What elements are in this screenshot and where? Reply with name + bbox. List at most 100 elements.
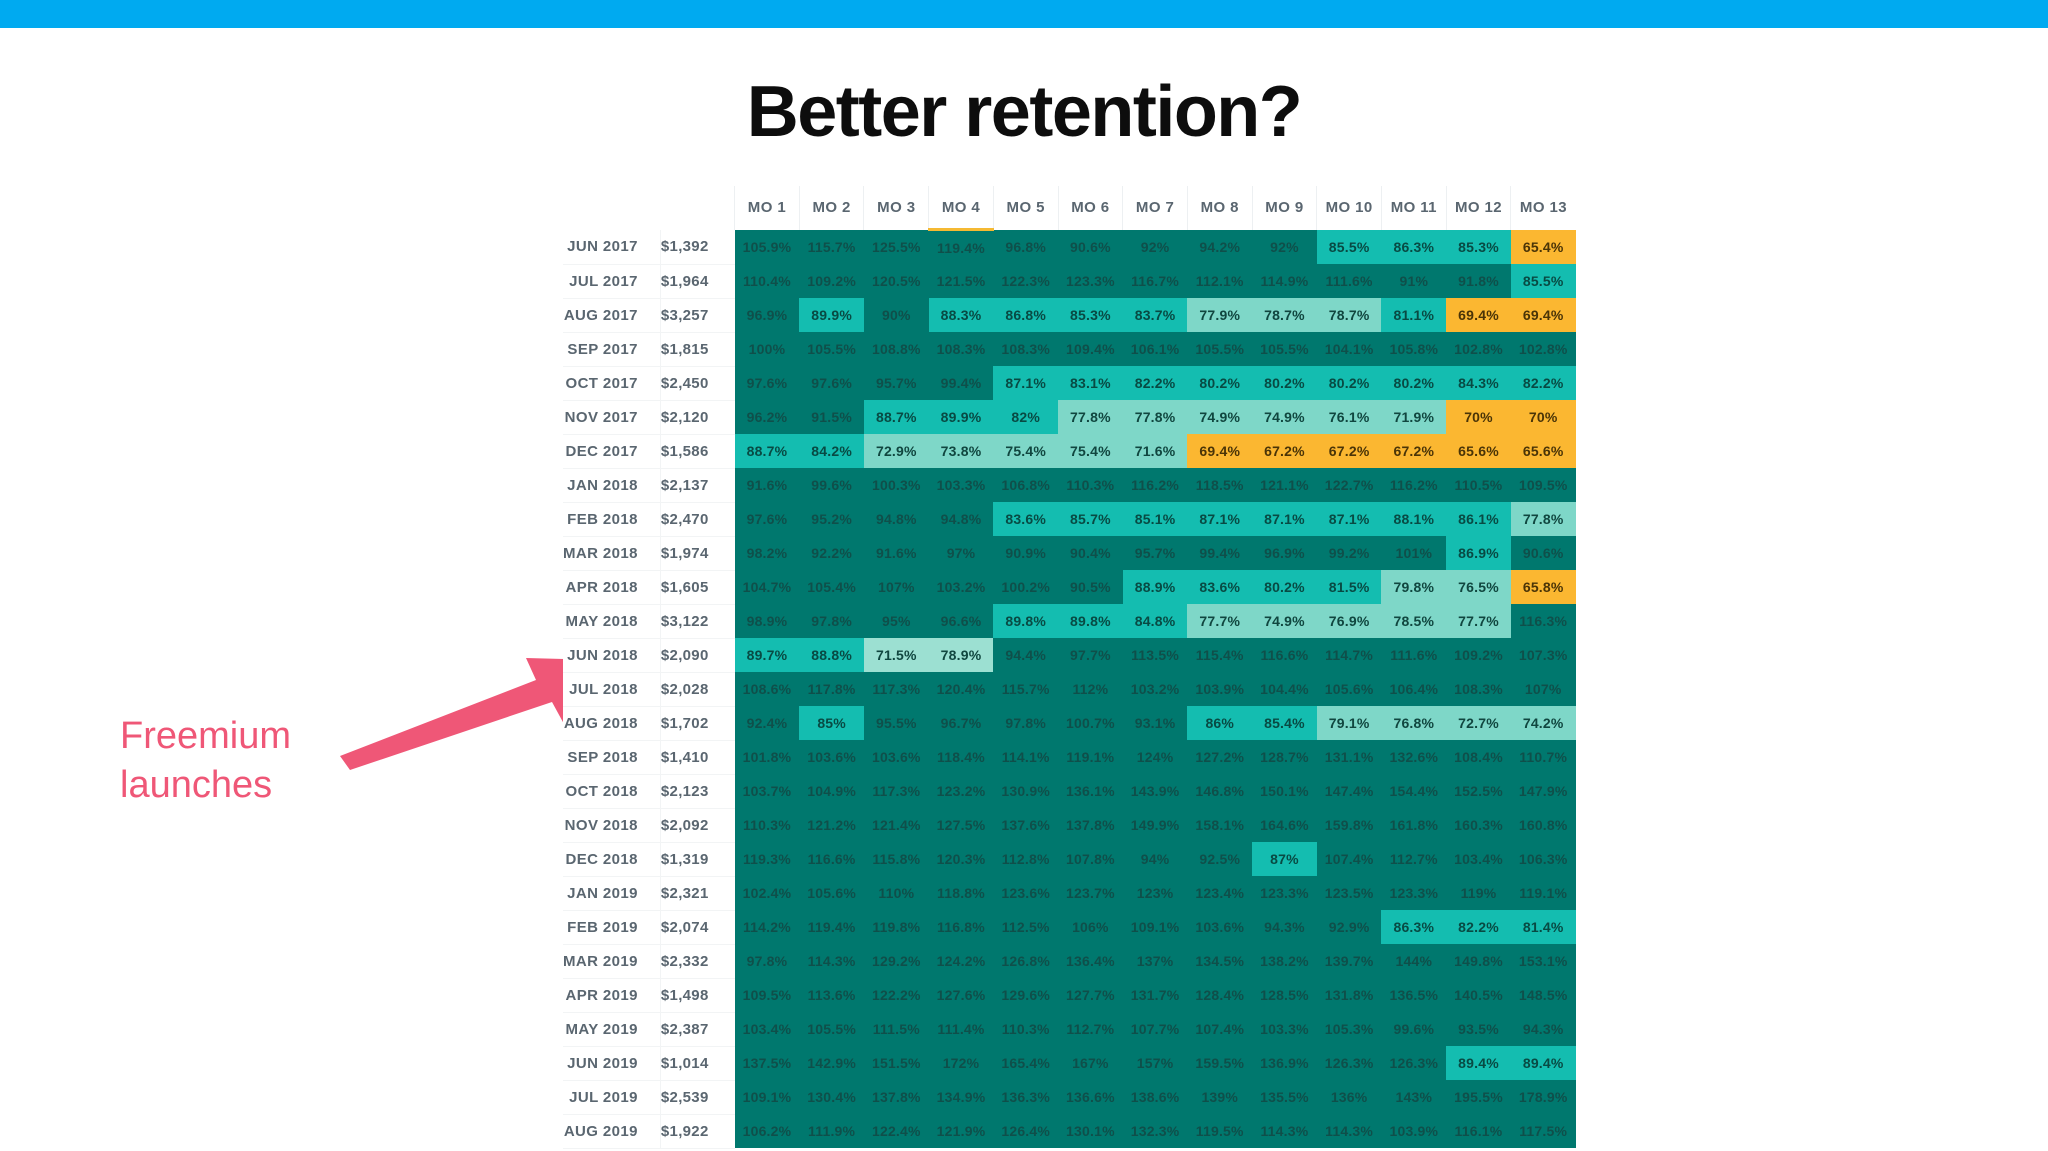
heatmap-cell[interactable]: 77.7% [1446,604,1511,638]
heatmap-cell[interactable]: 86.3% [1381,229,1447,264]
heatmap-cell[interactable]: 99.6% [799,468,864,502]
heatmap-cell[interactable]: 94.3% [1252,910,1317,944]
heatmap-cell[interactable]: 119.4% [799,910,864,944]
heatmap-cell[interactable]: 100.2% [993,570,1059,604]
heatmap-cell[interactable]: 93.1% [1122,706,1188,740]
column-header-mo-7[interactable]: MO 7 [1122,186,1188,230]
heatmap-cell[interactable]: 67.2% [1252,434,1317,468]
heatmap-cell[interactable]: 109.5% [1510,468,1576,502]
heatmap-cell[interactable]: 95.5% [863,706,929,740]
heatmap-cell[interactable]: 74.9% [1187,400,1253,434]
heatmap-cell[interactable]: 80.2% [1187,366,1253,400]
heatmap-cell[interactable]: 87.1% [1316,502,1382,536]
heatmap-cell[interactable]: 97% [928,536,994,570]
heatmap-cell[interactable]: 71.6% [1122,434,1188,468]
heatmap-cell[interactable]: 132.6% [1381,740,1447,774]
heatmap-cell[interactable]: 97.6% [734,366,800,400]
heatmap-cell[interactable]: 102.8% [1510,332,1576,366]
heatmap-cell[interactable]: 78.5% [1381,604,1447,638]
heatmap-cell[interactable]: 77.7% [1187,604,1253,638]
heatmap-cell[interactable]: 131.8% [1316,978,1382,1012]
heatmap-cell[interactable]: 92.4% [734,706,800,740]
heatmap-cell[interactable]: 116.3% [1510,604,1576,638]
heatmap-cell[interactable]: 72.7% [1446,706,1511,740]
heatmap-cell[interactable]: 111.5% [863,1012,929,1046]
heatmap-cell[interactable]: 105.6% [1316,672,1382,706]
heatmap-cell[interactable]: 70% [1510,400,1576,434]
heatmap-cell[interactable]: 130.4% [799,1080,864,1114]
heatmap-cell[interactable]: 143.9% [1122,774,1188,808]
heatmap-cell[interactable]: 73.8% [928,434,994,468]
heatmap-cell[interactable]: 148.5% [1510,978,1576,1012]
heatmap-cell[interactable]: 87.1% [1252,502,1317,536]
heatmap-cell[interactable]: 116.8% [928,910,994,944]
heatmap-cell[interactable]: 109.1% [1122,910,1188,944]
heatmap-cell[interactable]: 161.8% [1381,808,1447,842]
heatmap-cell[interactable]: 122.3% [993,264,1059,298]
heatmap-cell[interactable]: 65.6% [1446,434,1511,468]
column-header-mo-10[interactable]: MO 10 [1316,186,1382,230]
heatmap-cell[interactable]: 101% [1381,536,1447,570]
heatmap-cell[interactable]: 81.4% [1510,910,1576,944]
heatmap-cell[interactable]: 77.9% [1187,298,1253,332]
heatmap-cell[interactable]: 105.5% [1187,332,1253,366]
heatmap-cell[interactable]: 112.5% [993,910,1059,944]
heatmap-cell[interactable]: 89.8% [1058,604,1123,638]
heatmap-cell[interactable]: 88.8% [799,638,864,672]
heatmap-cell[interactable]: 98.2% [734,536,800,570]
heatmap-cell[interactable]: 80.2% [1252,570,1317,604]
heatmap-cell[interactable]: 106.4% [1381,672,1447,706]
heatmap-cell[interactable]: 110.3% [734,808,800,842]
heatmap-cell[interactable]: 172% [928,1046,994,1080]
heatmap-cell[interactable]: 121.1% [1252,468,1317,502]
heatmap-cell[interactable]: 96.2% [734,400,800,434]
heatmap-cell[interactable]: 110.3% [993,1012,1059,1046]
heatmap-cell[interactable]: 89.7% [734,638,800,672]
heatmap-cell[interactable]: 114.1% [993,740,1059,774]
heatmap-cell[interactable]: 108.8% [863,332,929,366]
heatmap-cell[interactable]: 123% [1122,876,1188,910]
heatmap-cell[interactable]: 105.5% [1252,332,1317,366]
heatmap-cell[interactable]: 150.1% [1252,774,1317,808]
heatmap-cell[interactable]: 117.3% [863,774,929,808]
heatmap-cell[interactable]: 97.8% [993,706,1059,740]
heatmap-cell[interactable]: 88.9% [1122,570,1188,604]
heatmap-cell[interactable]: 99.2% [1316,536,1382,570]
heatmap-cell[interactable]: 85% [799,706,864,740]
heatmap-cell[interactable]: 95.7% [1122,536,1188,570]
heatmap-cell[interactable]: 126.8% [993,944,1059,978]
heatmap-cell[interactable]: 119.8% [863,910,929,944]
column-header-mo-8[interactable]: MO 8 [1186,186,1253,230]
heatmap-cell[interactable]: 123.3% [1252,876,1317,910]
heatmap-cell[interactable]: 134.9% [928,1080,994,1114]
heatmap-cell[interactable]: 75.4% [1058,434,1123,468]
heatmap-cell[interactable]: 90.4% [1058,536,1123,570]
heatmap-cell[interactable]: 81.5% [1316,570,1382,604]
heatmap-cell[interactable]: 65.8% [1510,570,1576,604]
heatmap-cell[interactable]: 160.8% [1510,808,1576,842]
heatmap-cell[interactable]: 116.7% [1122,264,1188,298]
heatmap-cell[interactable]: 121.9% [928,1114,994,1148]
heatmap-cell[interactable]: 112.8% [993,842,1059,876]
heatmap-cell[interactable]: 108.6% [734,672,800,706]
heatmap-cell[interactable]: 99.6% [1381,1012,1447,1046]
heatmap-cell[interactable]: 159.8% [1316,808,1382,842]
heatmap-cell[interactable]: 103.6% [799,740,864,774]
heatmap-cell[interactable]: 116.6% [1252,638,1317,672]
heatmap-cell[interactable]: 96.6% [928,604,994,638]
heatmap-cell[interactable]: 105.3% [1316,1012,1382,1046]
heatmap-cell[interactable]: 137.5% [734,1046,800,1080]
heatmap-cell[interactable]: 102.4% [734,876,800,910]
heatmap-cell[interactable]: 79.8% [1381,570,1447,604]
heatmap-cell[interactable]: 95.2% [799,502,864,536]
heatmap-cell[interactable]: 115.7% [993,672,1059,706]
heatmap-cell[interactable]: 86% [1187,706,1253,740]
heatmap-cell[interactable]: 122.2% [863,978,929,1012]
heatmap-cell[interactable]: 157% [1122,1046,1188,1080]
column-header-mo-11[interactable]: MO 11 [1380,186,1447,230]
heatmap-cell[interactable]: 114.3% [1252,1114,1317,1148]
heatmap-cell[interactable]: 87.1% [993,366,1059,400]
heatmap-cell[interactable]: 105.5% [799,332,864,366]
column-header-mo-12[interactable]: MO 12 [1445,186,1511,230]
heatmap-cell[interactable]: 94.8% [863,502,929,536]
